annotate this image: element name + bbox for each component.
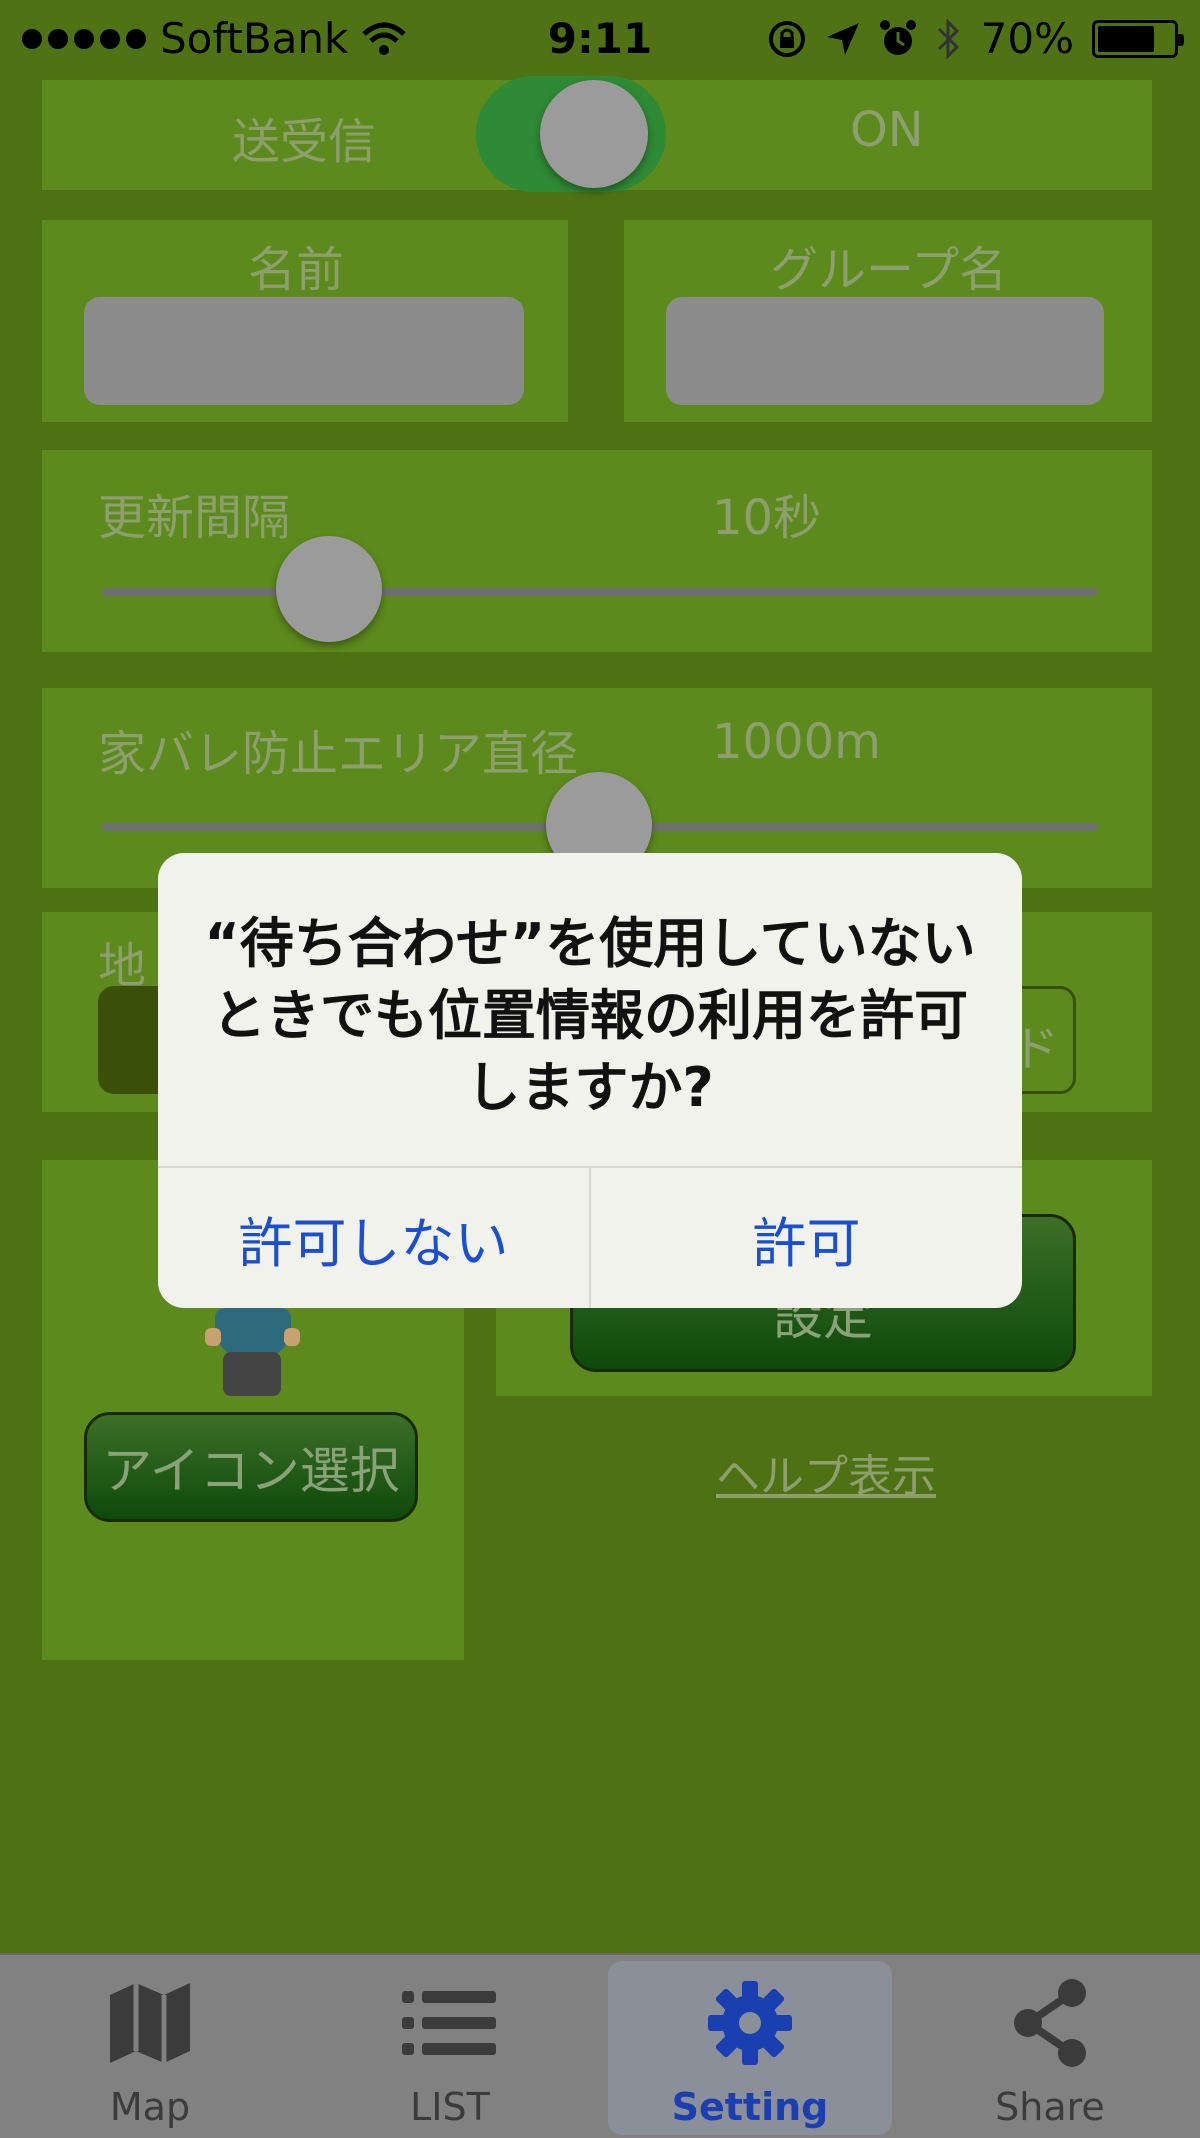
- avatar: [205, 1308, 300, 1408]
- send-receive-toggle[interactable]: [476, 76, 666, 192]
- battery-percent: 70%: [980, 14, 1074, 63]
- location-arrow-icon: [826, 22, 859, 55]
- list-icon: [402, 1991, 496, 2055]
- battery-icon: [1092, 19, 1184, 58]
- icon-select-button[interactable]: アイコン選択: [84, 1412, 418, 1522]
- map-icon: [110, 1983, 190, 2063]
- tab-map-label: Map: [109, 2085, 191, 2129]
- help-link[interactable]: ヘルプ表示: [716, 1440, 936, 1504]
- home-area-value: 1000m: [712, 714, 881, 770]
- location-permission-dialog: “待ち合わせ”を使用していないときでも位置情報の利用を許可しますか? 許可しない…: [158, 853, 1022, 1308]
- tab-share-label: Share: [995, 2085, 1105, 2129]
- deny-button[interactable]: 許可しない: [158, 1168, 589, 1308]
- tab-list-label: LIST: [410, 2085, 490, 2129]
- group-name-field[interactable]: [666, 297, 1104, 405]
- update-interval-slider-thumb[interactable]: [276, 536, 382, 642]
- tab-map[interactable]: Map: [0, 1955, 300, 2138]
- update-interval-slider-track[interactable]: [102, 588, 1098, 596]
- name-field[interactable]: [84, 297, 524, 405]
- share-icon: [1014, 1979, 1086, 2067]
- send-receive-label: 送受信: [232, 114, 377, 170]
- group-name-label: グループ名: [770, 242, 1008, 298]
- send-receive-state: ON: [850, 102, 924, 158]
- gear-icon: [708, 1981, 792, 2065]
- update-interval-label: 更新間隔: [98, 490, 291, 546]
- alarm-icon: [879, 19, 916, 55]
- home-area-label: 家バレ防止エリア直径: [98, 726, 579, 782]
- bluetooth-icon: [937, 17, 959, 60]
- allow-button[interactable]: 許可: [591, 1168, 1022, 1308]
- status-bar: SoftBank 9:11 70%: [0, 0, 1200, 78]
- tab-bar: Map LIST Setting Share: [0, 1953, 1200, 2138]
- dialog-message: “待ち合わせ”を使用していないときでも位置情報の利用を許可しますか?: [204, 912, 976, 1119]
- name-label: 名前: [248, 242, 345, 298]
- rotation-lock-icon: [768, 20, 805, 57]
- tab-setting[interactable]: Setting: [600, 1955, 900, 2138]
- tab-list[interactable]: LIST: [300, 1955, 600, 2138]
- tab-share[interactable]: Share: [900, 1955, 1200, 2138]
- status-bar-right: 70%: [767, 14, 1184, 63]
- update-interval-value: 10秒: [712, 490, 822, 546]
- toggle-knob: [540, 80, 648, 188]
- tab-setting-label: Setting: [671, 2085, 829, 2129]
